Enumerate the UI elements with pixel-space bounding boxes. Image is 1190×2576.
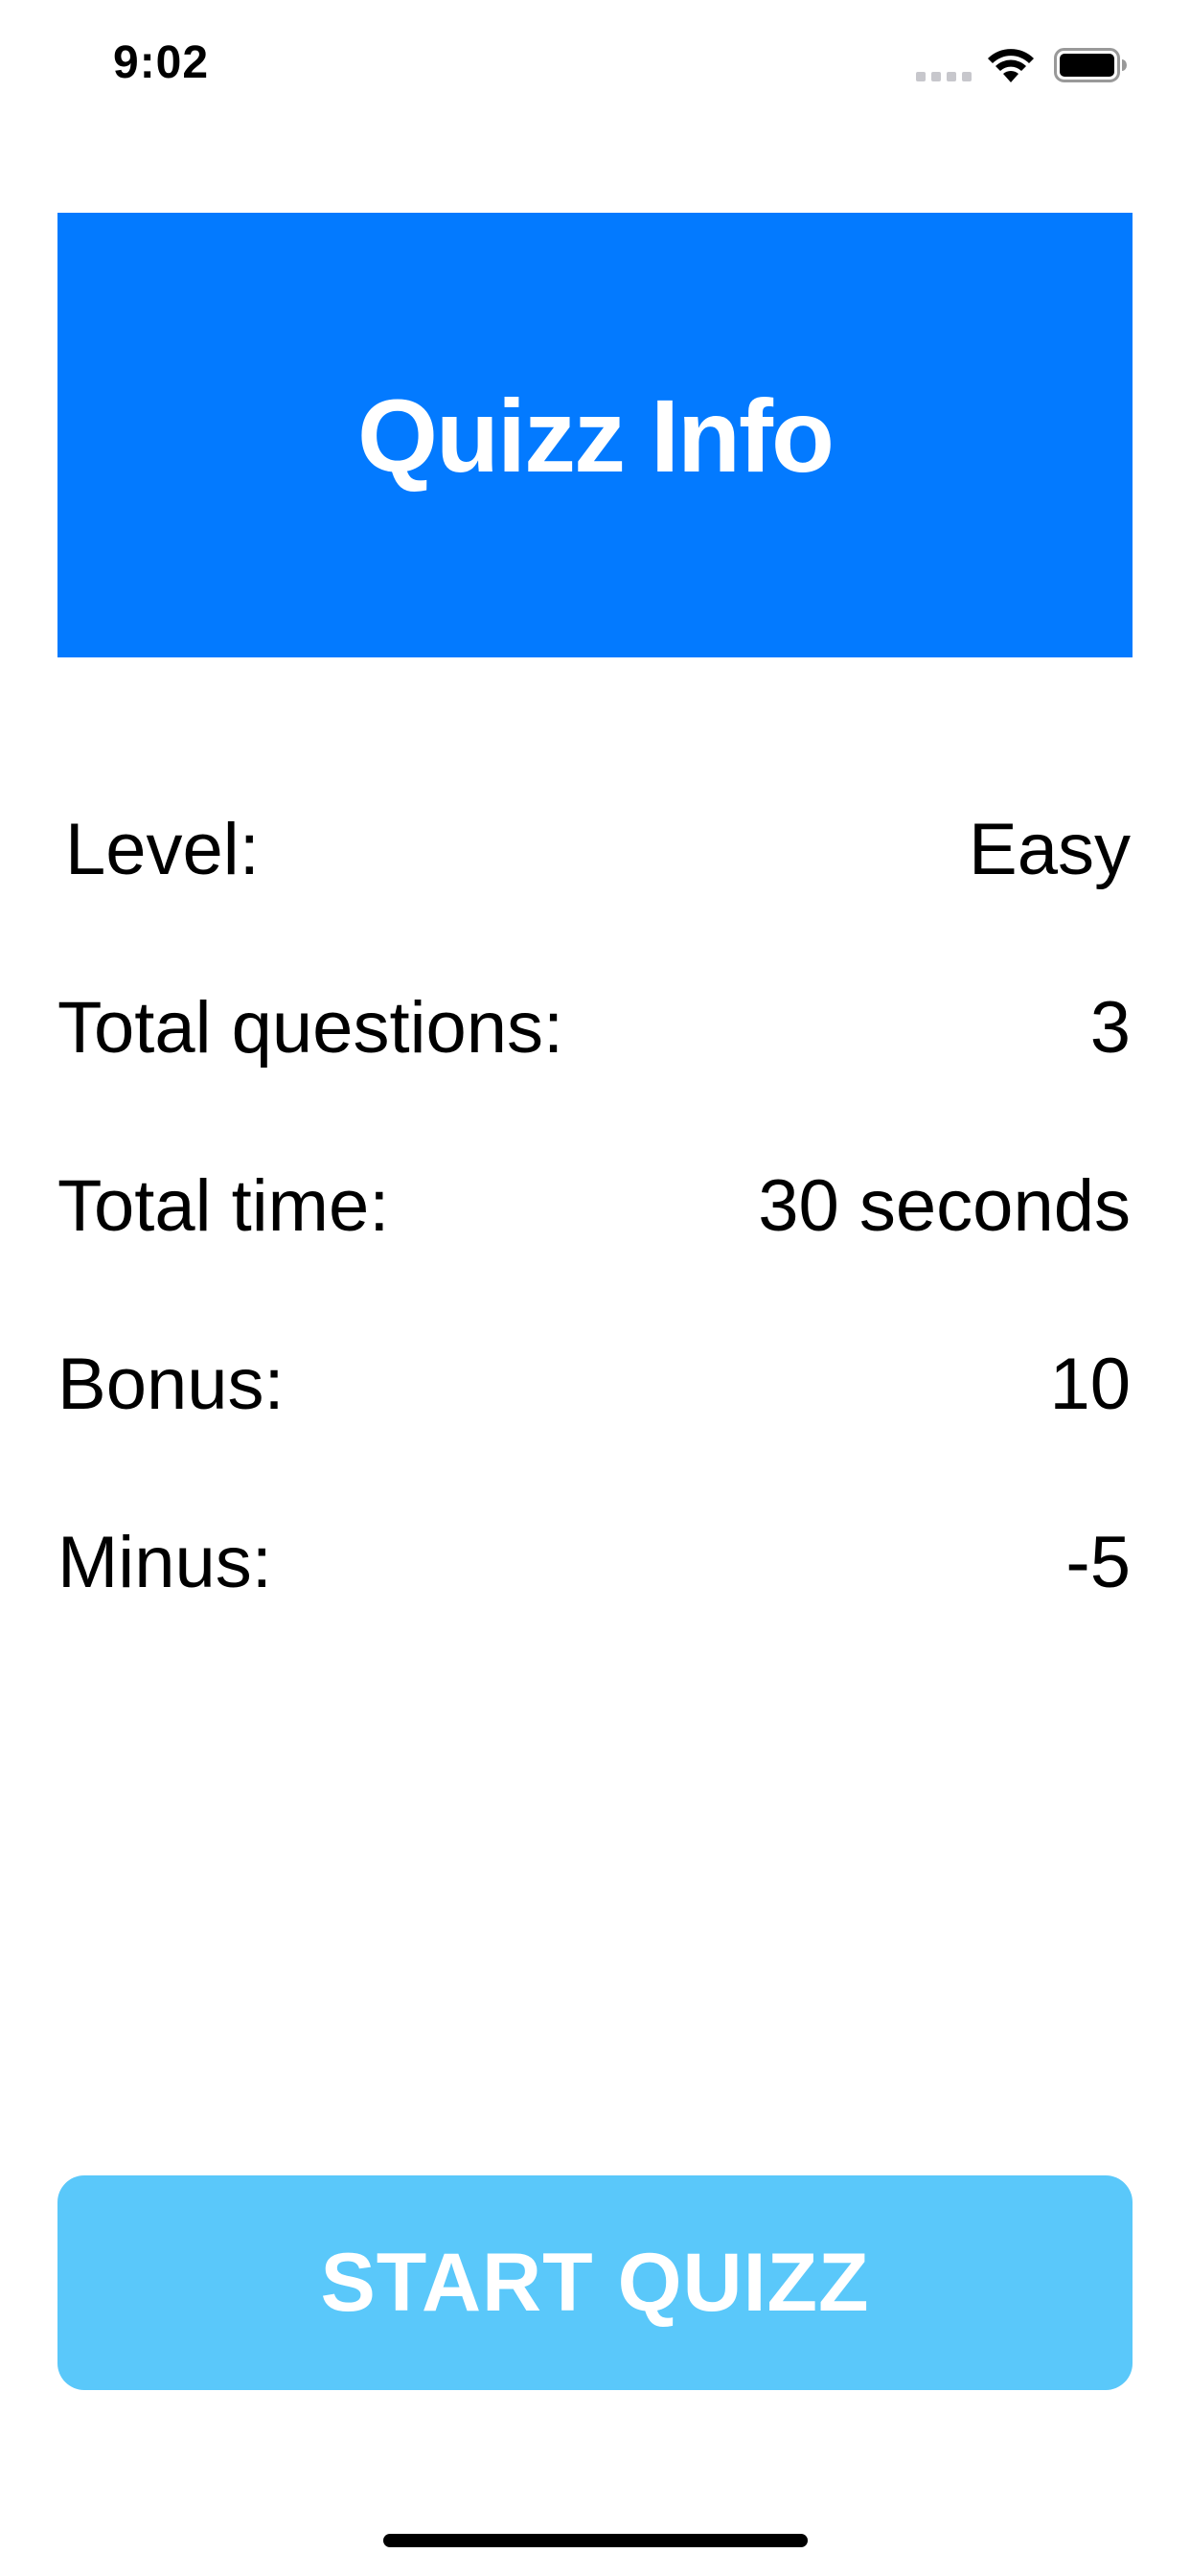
minus-label: Minus:	[57, 1521, 272, 1603]
minus-value: -5	[1065, 1521, 1131, 1603]
total-time-label: Total time:	[57, 1164, 390, 1247]
level-label: Level:	[65, 808, 260, 890]
status-bar: 9:02	[0, 0, 1190, 126]
info-row-minus: Minus: -5	[57, 1514, 1131, 1610]
signal-icon	[916, 72, 972, 81]
info-row-total-questions: Total questions: 3	[57, 979, 1131, 1075]
info-row-level: Level: Easy	[57, 801, 1131, 897]
info-row-bonus: Bonus: 10	[57, 1336, 1131, 1432]
status-time: 9:02	[113, 37, 210, 88]
wifi-icon	[988, 49, 1034, 82]
page-title: Quizz Info	[357, 377, 835, 494]
start-quizz-button[interactable]: START QUIZZ	[57, 2175, 1133, 2390]
info-row-total-time: Total time: 30 seconds	[57, 1158, 1131, 1254]
battery-icon	[1054, 48, 1127, 82]
total-questions-label: Total questions:	[57, 986, 564, 1069]
bonus-value: 10	[1049, 1343, 1131, 1425]
level-value: Easy	[969, 808, 1131, 890]
bonus-label: Bonus:	[57, 1343, 285, 1425]
total-questions-value: 3	[1089, 986, 1131, 1069]
header-banner: Quizz Info	[57, 213, 1133, 657]
home-indicator[interactable]	[383, 2534, 808, 2547]
total-time-value: 30 seconds	[758, 1164, 1131, 1247]
